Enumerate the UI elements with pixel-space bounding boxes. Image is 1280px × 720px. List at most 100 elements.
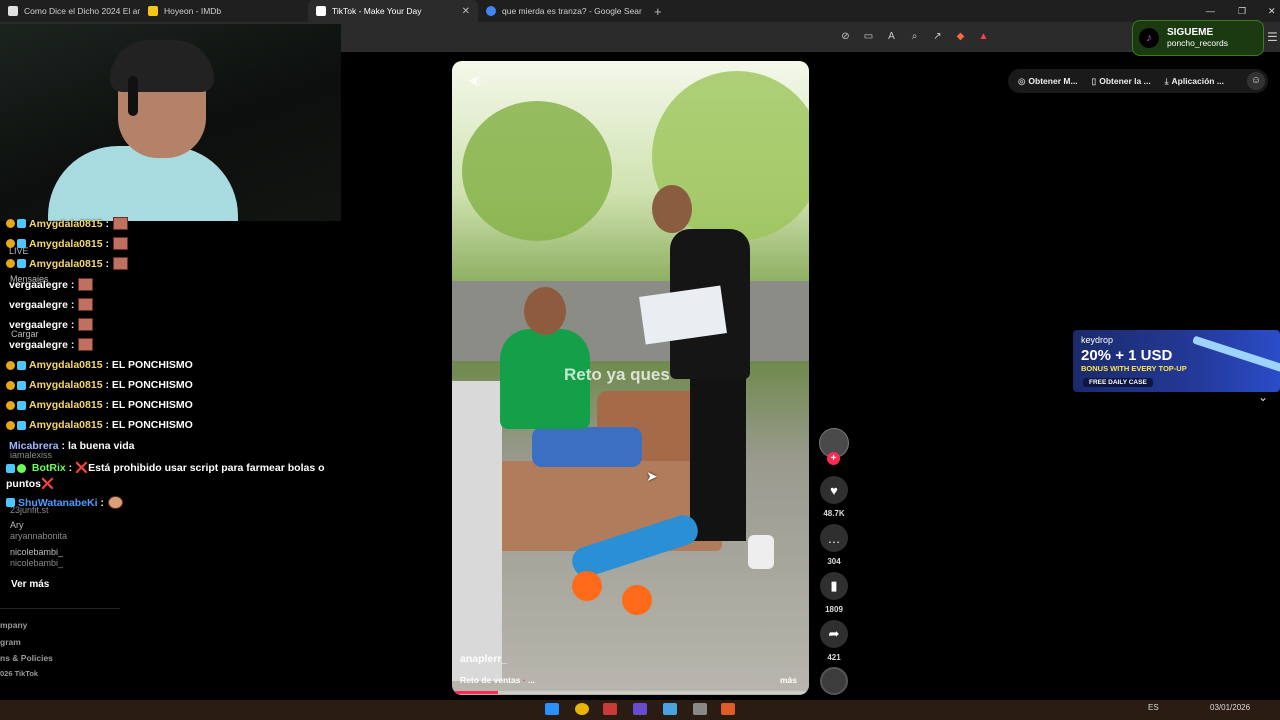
close-window-icon[interactable]: ✕: [1268, 0, 1276, 22]
app-icon[interactable]: [693, 703, 707, 715]
emote-icon: [78, 338, 94, 351]
chat-username: vergaalegre: [9, 278, 68, 291]
badge-icon: [17, 219, 26, 228]
browser-menu-icon[interactable]: ☰: [1267, 30, 1278, 44]
mute-icon[interactable]: ⊘: [838, 29, 853, 44]
volume-icon[interactable]: ◀): [468, 73, 481, 87]
badge-icon: [17, 239, 26, 248]
tab-imdb[interactable]: Hoyeon - IMDb: [140, 0, 308, 22]
tab-como-dice[interactable]: Como Dice el Dicho 2024 El amor es: [0, 0, 140, 22]
following-account[interactable]: nicolebambi_: [10, 547, 63, 557]
video-description: Reto de ventas · ...: [460, 675, 536, 685]
brave-shield-icon[interactable]: ◆: [953, 29, 968, 44]
footer-link[interactable]: mpany: [0, 620, 27, 630]
like-icon[interactable]: ♥: [820, 476, 848, 504]
get-coins-button[interactable]: ◎ Obtener M...: [1018, 76, 1078, 87]
bookmark-icon[interactable]: ▮: [820, 572, 848, 600]
chat-username: Amygdala0815: [29, 217, 103, 230]
app-icon[interactable]: [721, 703, 735, 715]
badge-icon: [17, 380, 26, 390]
chevron-down-icon[interactable]: ⌄: [1258, 390, 1268, 404]
footer-link[interactable]: ns & Policies: [0, 653, 53, 663]
progress-fill: [452, 691, 499, 694]
tab-google[interactable]: que mierda es tranza? - Google Sear: [478, 0, 646, 22]
video-author[interactable]: anaplerr_: [460, 653, 507, 665]
emote-icon: [112, 237, 128, 250]
badge-icon: [6, 219, 15, 228]
share-icon[interactable]: ↗: [930, 29, 945, 44]
desktop-app-button[interactable]: ⤓ Aplicación ...: [1165, 76, 1224, 87]
tab-close-icon[interactable]: ✕: [454, 6, 470, 17]
headset-icon: [128, 76, 138, 116]
chat-text: EL PONCHISMO: [111, 359, 193, 371]
badge-icon: [6, 259, 15, 268]
chat-text: la buena vida: [67, 440, 135, 452]
cast-icon[interactable]: ▭: [861, 29, 876, 44]
video-scene: [652, 185, 692, 233]
chat-message: vergaalegre :: [9, 278, 94, 291]
start-icon[interactable]: [545, 703, 559, 715]
chat-message: ShuWatanabeKi :: [6, 496, 123, 509]
chat-text: EL PONCHISMO: [111, 419, 193, 431]
like-count: 48.7K: [823, 509, 845, 518]
tiktok-logo-icon: ♪: [1139, 28, 1159, 48]
chrome-icon[interactable]: [575, 703, 589, 715]
keydrop-ad[interactable]: keydrop 20% + 1 USD BONUS WITH EVERY TOP…: [1073, 330, 1280, 392]
video-player[interactable]: Reto ya ques ◀) ··· anaplerr_ Reto de ve…: [452, 61, 809, 695]
chat-text: EL PONCHISMO: [111, 379, 193, 391]
chat-message: Amygdala0815 : EL PONCHISMO: [6, 359, 193, 371]
following-account[interactable]: Ary: [10, 520, 24, 530]
phone-icon: ▯: [1091, 75, 1097, 86]
following-account[interactable]: nicolebambi_: [10, 558, 63, 568]
tab-title: que mierda es tranza? - Google Sear: [502, 6, 642, 16]
see-more-link[interactable]: Ver más: [11, 579, 49, 590]
chat-message: vergaalegre :: [9, 298, 94, 311]
rewards-icon[interactable]: ▲: [976, 29, 991, 44]
zoom-icon[interactable]: ⌕: [907, 29, 922, 44]
footer-link[interactable]: gram: [0, 637, 21, 647]
comment-icon[interactable]: …: [820, 524, 848, 552]
new-tab-button[interactable]: +: [646, 4, 670, 19]
ad-cta: FREE DAILY CASE: [1083, 378, 1153, 387]
imdb-icon: [148, 6, 158, 16]
video-progress-bar[interactable]: [452, 691, 809, 694]
save-count: 1809: [825, 605, 843, 614]
ad-brand: keydrop: [1081, 335, 1114, 345]
chat-username: Amygdala0815: [29, 257, 103, 270]
video-scene: [572, 571, 602, 601]
download-icon: ⤓: [1164, 75, 1169, 86]
get-app-button[interactable]: ▯ Obtener la ...: [1092, 76, 1151, 87]
badge-icon: [17, 259, 26, 268]
video-scene: [452, 381, 502, 681]
chat-message: Amygdala0815 :: [6, 237, 128, 250]
translate-icon[interactable]: A: [884, 29, 899, 44]
app-icon[interactable]: [633, 703, 647, 715]
following-account[interactable]: aryannabonita: [10, 531, 67, 541]
more-options-icon[interactable]: ···: [784, 71, 796, 85]
chat-message: BotRix : ❌Está prohibido usar script par…: [6, 462, 325, 490]
app-icon[interactable]: [663, 703, 677, 715]
emote-icon: [78, 278, 94, 291]
rifle-image: [1192, 335, 1280, 373]
date-display[interactable]: 03/01/2026: [1210, 703, 1250, 712]
badge-icon: [6, 239, 15, 248]
chat-message: Micabrera : la buena vida: [9, 440, 135, 452]
share-arrow-icon[interactable]: ➦: [820, 620, 848, 648]
chat-message: vergaalegre :: [9, 338, 94, 351]
chat-message: Amygdala0815 : EL PONCHISMO: [6, 379, 193, 391]
follow-plus-icon[interactable]: +: [827, 452, 840, 465]
tab-tiktok[interactable]: TikTok - Make Your Day ✕: [308, 0, 478, 22]
language-indicator[interactable]: ES: [1148, 703, 1159, 712]
restore-icon[interactable]: ❐: [1238, 0, 1246, 22]
video-scene: [462, 101, 612, 241]
chat-message: Amygdala0815 : EL PONCHISMO: [6, 399, 193, 411]
emote-icon: [78, 318, 94, 331]
minimize-icon[interactable]: —: [1206, 0, 1215, 22]
google-icon: [486, 6, 496, 16]
chat-username: Amygdala0815: [29, 419, 103, 431]
app-icon[interactable]: [603, 703, 617, 715]
see-more-description[interactable]: más: [780, 675, 797, 685]
profile-icon[interactable]: ☺: [1247, 72, 1265, 90]
music-disc-icon[interactable]: [820, 667, 848, 695]
chat-username: Amygdala0815: [29, 237, 103, 250]
